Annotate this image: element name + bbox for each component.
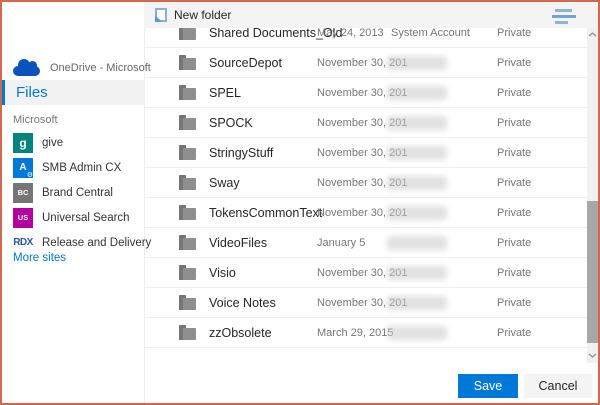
redacted-owner bbox=[387, 86, 447, 100]
folder-icon bbox=[179, 328, 196, 340]
redacted-owner bbox=[387, 56, 447, 70]
folder-icon bbox=[179, 238, 196, 250]
folder-modified-date: March 29, 2015 bbox=[317, 327, 393, 339]
folder-icon bbox=[179, 298, 196, 310]
redacted-owner bbox=[387, 146, 447, 160]
sidebar-site-item[interactable]: US Universal Search bbox=[2, 205, 145, 230]
folder-row[interactable]: Voice Notes November 30, 201 Private bbox=[144, 288, 590, 318]
sharing-status: Private bbox=[497, 28, 531, 39]
folder-name: TokensCommonText bbox=[209, 206, 322, 220]
folder-row[interactable]: SPEL November 30, 201 Private bbox=[144, 78, 590, 108]
folder-name: SPEL bbox=[209, 86, 241, 100]
sidebar-site-item[interactable]: A SMB Admin CX bbox=[2, 155, 145, 180]
folder-name: Voice Notes bbox=[209, 296, 276, 310]
redacted-owner bbox=[387, 236, 447, 250]
site-label: give bbox=[42, 137, 63, 149]
new-folder-icon bbox=[155, 8, 167, 22]
save-button[interactable]: Save bbox=[458, 374, 518, 398]
sharing-status: Private bbox=[497, 267, 531, 279]
sidebar-site-item[interactable]: BC Brand Central bbox=[2, 180, 145, 205]
folder-row[interactable]: Shared Documents_Old May 24, 2013 System… bbox=[144, 28, 590, 48]
onedrive-cloud-icon bbox=[13, 66, 40, 76]
folder-icon bbox=[179, 178, 196, 190]
folder-name: VideoFiles bbox=[209, 236, 267, 250]
sidebar-site-item[interactable]: g give bbox=[2, 130, 145, 155]
scroll-down-icon[interactable] bbox=[587, 349, 598, 361]
file-list: Shared Documents_Old May 24, 2013 System… bbox=[144, 28, 590, 358]
folder-row[interactable]: VideoFiles January 5 Private bbox=[144, 228, 590, 258]
site-icon: RDX bbox=[13, 233, 33, 253]
sidebar-item-files[interactable]: Files bbox=[2, 80, 145, 105]
sharing-status: Private bbox=[497, 87, 531, 99]
redacted-owner bbox=[387, 326, 447, 340]
sharing-status: Private bbox=[497, 177, 531, 189]
site-label: SMB Admin CX bbox=[42, 162, 121, 174]
folder-icon bbox=[179, 118, 196, 130]
scroll-up-icon[interactable] bbox=[587, 28, 598, 40]
new-folder-label: New folder bbox=[174, 8, 231, 22]
scrollbar-thumb[interactable] bbox=[587, 201, 598, 343]
folder-name: SPOCK bbox=[209, 116, 253, 130]
folder-icon bbox=[179, 88, 196, 100]
site-label: Brand Central bbox=[42, 187, 113, 199]
site-icon: US bbox=[13, 208, 33, 228]
redacted-owner bbox=[387, 296, 447, 310]
site-icon: g bbox=[13, 133, 33, 153]
sidebar-section-label: Microsoft bbox=[13, 114, 58, 126]
sidebar: OneDrive - Microsoft Files Microsoft g g… bbox=[2, 2, 145, 403]
folder-row[interactable]: Visio November 30, 201 Private bbox=[144, 258, 590, 288]
folder-row[interactable]: TokensCommonText November 30, 201 Privat… bbox=[144, 198, 590, 228]
sharing-status: Private bbox=[497, 57, 531, 69]
redacted-owner bbox=[387, 176, 447, 190]
sharing-status: Private bbox=[497, 237, 531, 249]
folder-name: Sway bbox=[209, 176, 240, 190]
new-folder-button[interactable]: New folder bbox=[155, 2, 231, 28]
site-label: Universal Search bbox=[42, 212, 130, 224]
folder-name: SourceDepot bbox=[209, 56, 282, 70]
more-sites-link[interactable]: More sites bbox=[13, 252, 66, 264]
view-menu-icon[interactable] bbox=[552, 9, 578, 27]
sharing-status: Private bbox=[497, 297, 531, 309]
sharing-status: Private bbox=[497, 147, 531, 159]
folder-owner: System Account bbox=[391, 28, 470, 39]
sharing-status: Private bbox=[497, 117, 531, 129]
onedrive-logo: OneDrive - Microsoft bbox=[13, 58, 151, 76]
onedrive-logo-label: OneDrive - Microsoft bbox=[50, 62, 151, 74]
folder-row[interactable]: SPOCK November 30, 201 Private bbox=[144, 108, 590, 138]
site-icon: A bbox=[13, 158, 33, 178]
folder-name: StringyStuff bbox=[209, 146, 273, 160]
redacted-owner bbox=[387, 116, 447, 130]
folder-row[interactable]: Sway November 30, 201 Private bbox=[144, 168, 590, 198]
cancel-button[interactable]: Cancel bbox=[524, 374, 592, 398]
folder-row[interactable]: zzObsolete March 29, 2015 Private bbox=[144, 318, 590, 348]
folder-icon bbox=[179, 208, 196, 220]
folder-name: zzObsolete bbox=[209, 326, 272, 340]
redacted-owner bbox=[387, 206, 447, 220]
toolbar: New folder bbox=[144, 2, 598, 28]
site-list: g give A SMB Admin CX BC Brand Central U… bbox=[2, 130, 145, 255]
folder-icon bbox=[179, 268, 196, 280]
folder-row[interactable]: SourceDepot November 30, 201 Private bbox=[144, 48, 590, 78]
folder-icon bbox=[179, 28, 196, 40]
folder-name: Visio bbox=[209, 266, 236, 280]
folder-picker-dialog: OneDrive - Microsoft Files Microsoft g g… bbox=[0, 0, 600, 405]
folder-modified-date: May 24, 2013 bbox=[317, 28, 384, 39]
site-label: Release and Delivery bbox=[42, 237, 151, 249]
folder-row[interactable]: StringyStuff November 30, 201 Private bbox=[144, 138, 590, 168]
site-icon: BC bbox=[13, 183, 33, 203]
folder-icon bbox=[179, 148, 196, 160]
folder-icon bbox=[179, 58, 196, 70]
redacted-owner bbox=[387, 266, 447, 280]
sharing-status: Private bbox=[497, 207, 531, 219]
sharing-status: Private bbox=[497, 327, 531, 339]
folder-modified-date: January 5 bbox=[317, 237, 365, 249]
scrollbar[interactable] bbox=[587, 28, 598, 363]
